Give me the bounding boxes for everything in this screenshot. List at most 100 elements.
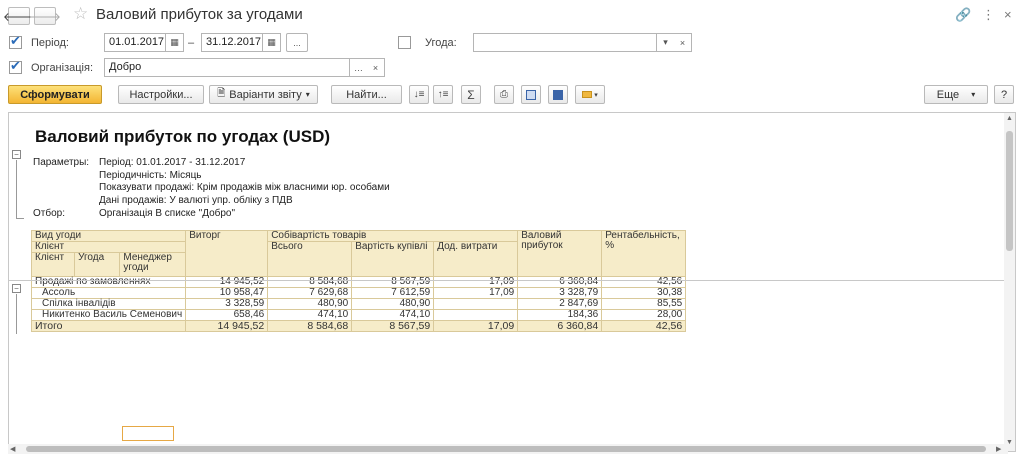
header-cost: Собівартість товарів: [267, 230, 519, 242]
period-from-field[interactable]: 01.01.2017: [104, 33, 166, 52]
horizontal-scroll-thumb[interactable]: [26, 446, 986, 452]
forward-button[interactable]: 🡒: [29, 7, 61, 25]
deal-label: Угода:: [425, 37, 457, 49]
table-row[interactable]: Никитенко Василь Семенович 658,46 474,10…: [30, 309, 687, 321]
period-select-button[interactable]: ...: [286, 33, 308, 52]
sort-descending-icon[interactable]: ↑≡: [433, 85, 453, 104]
sort-ascending-icon[interactable]: ↓≡: [409, 85, 429, 104]
header-extra: Дод. витрати: [433, 241, 519, 277]
header-deal: Угода: [74, 252, 121, 277]
table-group-row[interactable]: Продажі по замовленнях 14 945,52 8 584,6…: [30, 276, 687, 288]
favorite-star-icon[interactable]: ☆: [73, 4, 88, 24]
cell-purchase: 480,90: [351, 298, 435, 310]
filter-value: Організація В списке "Добро": [99, 208, 236, 219]
save-icon[interactable]: [548, 85, 568, 104]
more-vertical-icon[interactable]: ⋮: [982, 7, 995, 23]
clear-icon[interactable]: ×: [674, 33, 692, 52]
cell-cost-total: 8 584,68: [267, 320, 353, 332]
organization-checkbox[interactable]: [9, 58, 22, 74]
cell-purchase: 474,10: [351, 309, 435, 321]
vertical-scrollbar[interactable]: ▲ ▼: [1004, 113, 1015, 451]
cell-extra: 17,09: [433, 287, 519, 299]
sum-icon[interactable]: Σ: [461, 85, 481, 104]
report-variants-label: Варіанти звіту: [229, 88, 302, 101]
filter-label: Отбор:: [33, 208, 65, 219]
period-to-field[interactable]: 31.12.2017: [201, 33, 263, 52]
cell-cost-total: 7 629,68: [267, 287, 353, 299]
param-line: Дані продажів: У валюті упр. обліку з ПД…: [99, 194, 293, 206]
cell-purchase: 7 612,59: [351, 287, 435, 299]
report-area[interactable]: − Валовий прибуток по угодах (USD) Парам…: [8, 112, 1016, 452]
table-row[interactable]: Ассоль 10 958,47 7 629,68 7 612,59 17,09…: [30, 287, 687, 299]
preview-icon[interactable]: [521, 85, 541, 104]
row-name: Продажі по замовленнях: [30, 276, 187, 288]
cell-profitability: 42,56: [601, 320, 687, 332]
cell-extra: [433, 309, 519, 321]
cell-profitability: 42,56: [601, 276, 687, 288]
deal-checkbox[interactable]: [398, 36, 411, 49]
generate-button[interactable]: Сформувати: [8, 85, 102, 104]
table-total-row[interactable]: Итого 14 945,52 8 584,68 8 567,59 17,09 …: [30, 320, 687, 332]
selected-cell[interactable]: [122, 426, 174, 441]
period-label: Період:: [31, 37, 69, 49]
deal-field[interactable]: [473, 33, 657, 52]
more-button[interactable]: Еще ▾: [924, 85, 988, 104]
cell-revenue: 10 958,47: [185, 287, 269, 299]
vertical-scroll-thumb[interactable]: [1006, 131, 1013, 251]
title-bar: 🡐 🡒 ☆ Валовий прибуток за угодами 🔗 ⋮ ×: [0, 0, 1024, 30]
print-icon[interactable]: ⎙: [494, 85, 514, 104]
cell-cost-total: 8 584,68: [267, 276, 353, 288]
organization-field[interactable]: Добро: [104, 58, 350, 77]
cell-profitability: 85,55: [601, 298, 687, 310]
cell-revenue: 14 945,52: [185, 276, 269, 288]
period-checkbox[interactable]: [9, 33, 22, 49]
collapse-group-icon[interactable]: −: [12, 284, 21, 293]
report-title: Валовий прибуток по угодах (USD): [35, 127, 331, 146]
header-client: Клієнт: [30, 252, 76, 277]
cell-profitability: 30,38: [601, 287, 687, 299]
header-profitability: Рентабельність, %: [601, 230, 687, 277]
scroll-left-icon[interactable]: ◀: [10, 445, 15, 453]
cell-extra: [433, 298, 519, 310]
help-button[interactable]: ?: [994, 85, 1014, 104]
header-gross: Валовий прибуток: [517, 230, 603, 277]
cell-gross: 6 360,84: [517, 276, 603, 288]
window-title: Валовий прибуток за угодами: [96, 6, 303, 23]
param-line: Період: 01.01.2017 - 31.12.2017: [99, 157, 246, 168]
period-dash: –: [188, 37, 195, 49]
header-purchase: Вартість купівлі: [351, 241, 435, 277]
settings-button[interactable]: Настройки...: [118, 85, 204, 104]
row-name: Ассоль: [30, 287, 187, 299]
close-icon[interactable]: ×: [1004, 7, 1012, 22]
organization-label: Організація:: [31, 62, 93, 74]
tree-line: [16, 160, 17, 218]
report-variants-button[interactable]: 🗎 Варіанти звіту ▾: [209, 85, 318, 104]
calendar-icon[interactable]: ▦: [166, 33, 184, 52]
collapse-header-icon[interactable]: −: [12, 150, 21, 159]
cell-revenue: 658,46: [185, 309, 269, 321]
header-manager: Менеджер угоди: [119, 252, 187, 277]
scroll-up-icon[interactable]: ▲: [1006, 115, 1013, 122]
param-line: Періодичність: Місяць: [99, 169, 202, 181]
scroll-right-icon[interactable]: ▶: [996, 445, 1001, 453]
params-label: Параметры:: [33, 157, 90, 168]
cell-gross: 3 328,79: [517, 287, 603, 299]
select-dots-icon[interactable]: …: [350, 58, 368, 77]
send-email-icon[interactable]: ▾: [575, 85, 605, 104]
header-deal-type: Вид угоди: [30, 230, 187, 242]
cell-revenue: 3 328,59: [185, 298, 269, 310]
chevron-down-icon: ▾: [305, 90, 310, 99]
cell-revenue: 14 945,52: [185, 320, 269, 332]
row-name: Спілка інвалідів: [30, 298, 187, 310]
horizontal-scrollbar[interactable]: ◀ ▶: [8, 444, 1008, 454]
chevron-down-icon: ▾: [971, 90, 976, 99]
calendar-icon[interactable]: ▦: [263, 33, 281, 52]
tree-line: [16, 218, 24, 219]
cell-cost-total: 474,10: [267, 309, 353, 321]
find-button[interactable]: Найти...: [331, 85, 402, 104]
clear-icon[interactable]: ×: [367, 58, 385, 77]
table-row[interactable]: Спілка інвалідів 3 328,59 480,90 480,90 …: [30, 298, 687, 310]
link-icon[interactable]: 🔗: [955, 7, 971, 23]
back-button[interactable]: 🡐: [3, 7, 35, 25]
dropdown-icon[interactable]: ▾: [657, 33, 675, 52]
